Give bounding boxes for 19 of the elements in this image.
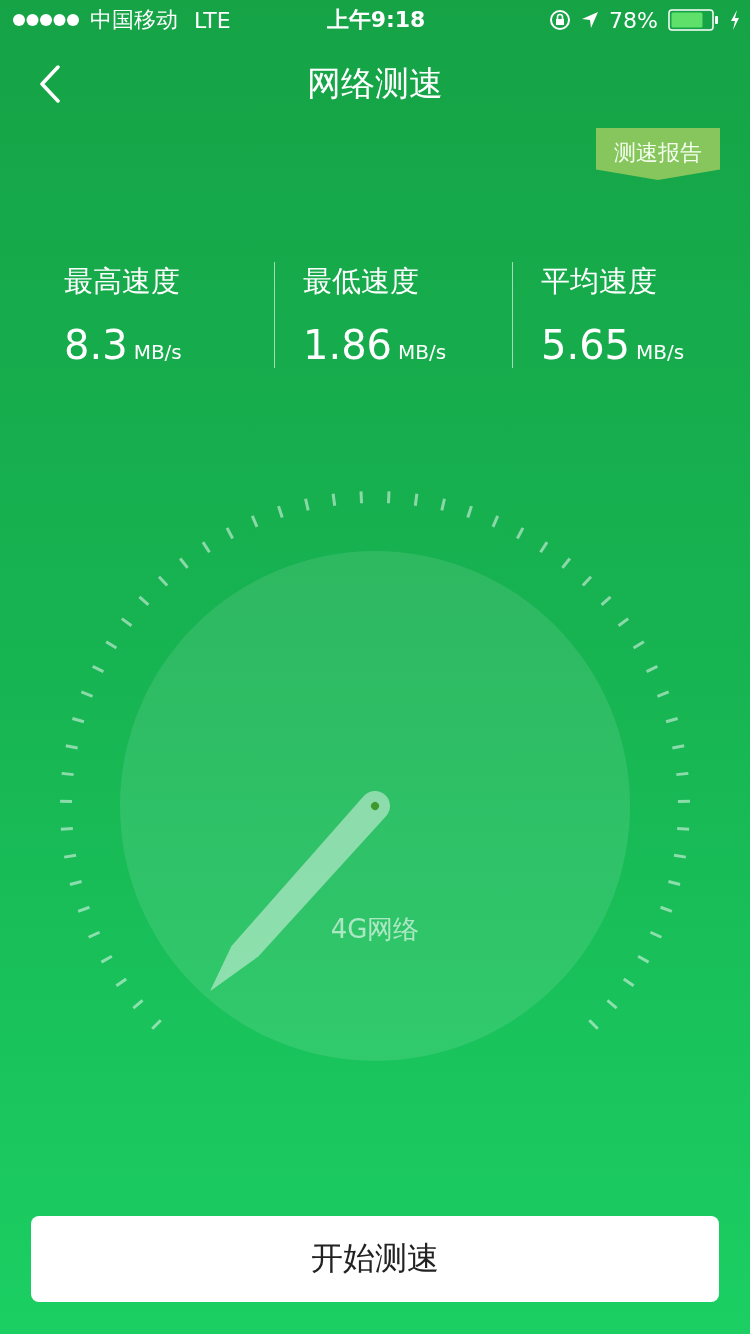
stat-label: 最低速度: [303, 263, 420, 300]
battery-icon: [668, 9, 720, 31]
start-test-button[interactable]: 开始测速: [31, 1216, 719, 1302]
signal-icon: [12, 13, 80, 27]
back-icon: [39, 65, 61, 103]
stat-value: 1.86 MB/s: [303, 322, 448, 368]
clock-time: 上午9:18: [326, 6, 426, 34]
network-type: LTE: [194, 7, 231, 33]
stat-value: 5.65 MB/s: [541, 322, 686, 368]
stat-value: 8.3 MB/s: [64, 322, 183, 368]
battery-percent: 78%: [609, 7, 658, 33]
stat-label: 最高速度: [64, 263, 181, 300]
location-icon: [581, 11, 600, 29]
stat-label: 平均速度: [541, 263, 658, 300]
rotation-lock-icon: [549, 9, 572, 31]
network-label: 4G网络: [330, 913, 420, 946]
charging-icon: [730, 10, 740, 30]
page-title: 网络测速: [307, 62, 443, 105]
carrier-name: 中国移动: [90, 6, 178, 34]
